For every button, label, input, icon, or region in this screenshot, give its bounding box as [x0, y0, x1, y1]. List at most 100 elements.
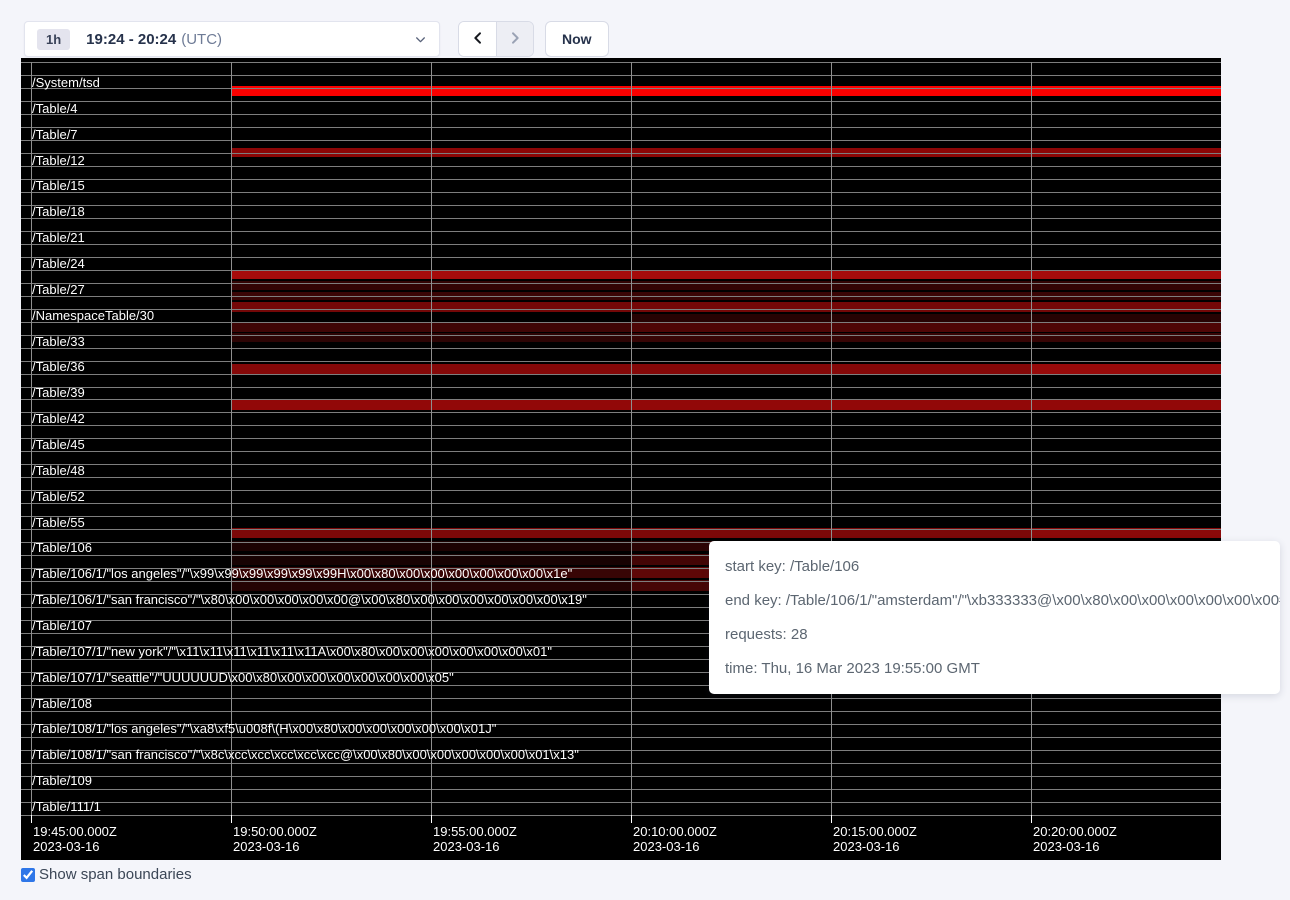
- span-boundary-line: [21, 387, 1221, 388]
- span-boundary-line: [21, 335, 1221, 336]
- span-boundary-line: [21, 309, 1221, 310]
- row-label: /Table/39: [32, 385, 85, 400]
- span-boundary-line: [21, 270, 1221, 271]
- heat-band: [231, 270, 1221, 279]
- span-boundary-line: [21, 516, 1221, 517]
- span-boundary-line: [21, 503, 1221, 504]
- span-boundary-line: [21, 62, 1221, 63]
- axis-tick: [1031, 815, 1032, 823]
- span-boundary-line: [21, 776, 1221, 777]
- row-label: /Table/108/1/"los angeles"/"\xa8\xf5\u00…: [32, 721, 496, 736]
- span-boundary-line: [21, 114, 1221, 115]
- row-label: /Table/106/1/"los angeles"/"\x99\x99\x99…: [32, 566, 572, 581]
- span-boundary-line: [21, 711, 1221, 712]
- key-visualizer-canvas[interactable]: /System/tsd/Table/4/Table/7/Table/12/Tab…: [21, 58, 1221, 860]
- span-boundary-line: [21, 815, 1221, 816]
- span-boundary-line: [21, 101, 1221, 102]
- x-axis-label: 19:45:00.000Z2023-03-16: [33, 824, 117, 854]
- row-label: /Table/15: [32, 178, 85, 193]
- time-gridline: [431, 62, 432, 815]
- span-boundary-line: [21, 425, 1221, 426]
- now-button[interactable]: Now: [545, 21, 609, 57]
- footer-controls: Show span boundaries: [21, 866, 192, 883]
- span-boundary-line: [21, 737, 1221, 738]
- row-label: /Table/7: [32, 127, 78, 142]
- span-boundary-line: [21, 166, 1221, 167]
- row-label: /Table/27: [32, 282, 85, 297]
- span-boundary-line: [21, 763, 1221, 764]
- span-boundary-line: [21, 127, 1221, 128]
- chevron-right-icon: [507, 30, 523, 49]
- row-label: /Table/106: [32, 540, 92, 555]
- span-boundary-line: [21, 464, 1221, 465]
- span-boundary-line: [21, 529, 1221, 530]
- row-label: /Table/52: [32, 489, 85, 504]
- span-boundary-line: [21, 153, 1221, 154]
- row-label: /Table/24: [32, 256, 85, 271]
- heat-band: [1031, 364, 1221, 374]
- axis-tick: [631, 815, 632, 823]
- x-axis-label: 20:20:00.000Z2023-03-16: [1033, 824, 1117, 854]
- axis-tick: [431, 815, 432, 823]
- span-boundary-line: [21, 451, 1221, 452]
- row-label: /Table/4: [32, 101, 78, 116]
- span-boundary-line: [21, 802, 1221, 803]
- row-label: /Table/33: [32, 334, 85, 349]
- span-boundary-line: [21, 244, 1221, 245]
- chevron-left-icon: [470, 30, 486, 49]
- span-boundary-line: [21, 490, 1221, 491]
- time-gridline: [631, 62, 632, 815]
- next-time-button[interactable]: [496, 22, 533, 56]
- timezone-text: (UTC): [181, 31, 222, 48]
- span-boundary-line: [21, 374, 1221, 375]
- span-boundary-line: [21, 192, 1221, 193]
- chevron-down-icon: [414, 33, 427, 46]
- row-label: /Table/48: [32, 463, 85, 478]
- span-boundary-line: [21, 257, 1221, 258]
- row-label: /Table/55: [32, 515, 85, 530]
- prev-time-button[interactable]: [459, 22, 496, 56]
- heat-band: [231, 400, 1221, 410]
- tooltip-start-key: start key: /Table/106: [709, 549, 1280, 583]
- axis-tick: [831, 815, 832, 823]
- span-boundary-line: [21, 438, 1221, 439]
- span-boundary-line: [21, 75, 1221, 76]
- x-axis-label: 19:55:00.000Z2023-03-16: [433, 824, 517, 854]
- time-range-selector[interactable]: 1h 19:24 - 20:24 (UTC): [24, 21, 440, 57]
- tooltip-end-key: end key: /Table/106/1/"amsterdam"/"\xb33…: [709, 583, 1280, 617]
- span-boundary-line: [21, 218, 1221, 219]
- x-axis-label: 20:15:00.000Z2023-03-16: [833, 824, 917, 854]
- row-label: /NamespaceTable/30: [32, 308, 154, 323]
- axis-tick: [31, 815, 32, 823]
- heat-band: [231, 302, 1221, 312]
- row-label: /Table/109: [32, 773, 92, 788]
- span-boundary-line: [21, 698, 1221, 699]
- show-span-boundaries-label: Show span boundaries: [39, 866, 192, 883]
- row-label: /Table/107/1/"new york"/"\x11\x11\x11\x1…: [32, 644, 552, 659]
- axis-tick: [231, 815, 232, 823]
- span-boundary-line: [21, 140, 1221, 141]
- tooltip-requests: requests: 28: [709, 617, 1280, 651]
- tooltip: start key: /Table/106 end key: /Table/10…: [709, 541, 1280, 694]
- duration-badge: 1h: [37, 29, 70, 50]
- tooltip-time: time: Thu, 16 Mar 2023 19:55:00 GMT: [709, 651, 1280, 685]
- row-label: /Table/106/1/"san francisco"/"\x80\x00\x…: [32, 592, 587, 607]
- span-boundary-line: [21, 283, 1221, 284]
- row-label: /Table/21: [32, 230, 85, 245]
- x-axis-label: 19:50:00.000Z2023-03-16: [233, 824, 317, 854]
- span-boundary-line: [21, 348, 1221, 349]
- show-span-boundaries-checkbox[interactable]: [21, 868, 35, 882]
- span-boundary-line: [21, 231, 1221, 232]
- span-boundary-line: [21, 412, 1221, 413]
- row-label: /Table/111/1: [32, 799, 101, 814]
- row-label: /Table/107/1/"seattle"/"UUUUUUD\x00\x80\…: [32, 670, 454, 685]
- row-label: /Table/108/1/"san francisco"/"\x8c\xcc\x…: [32, 747, 579, 762]
- row-label: /System/tsd: [32, 75, 100, 90]
- span-boundary-line: [21, 789, 1221, 790]
- row-label: /Table/107: [32, 618, 92, 633]
- span-boundary-line: [21, 477, 1221, 478]
- time-range-text: 19:24 - 20:24: [86, 31, 176, 48]
- heat-band: [631, 323, 1221, 332]
- row-label: /Table/45: [32, 437, 85, 452]
- row-label: /Table/108: [32, 696, 92, 711]
